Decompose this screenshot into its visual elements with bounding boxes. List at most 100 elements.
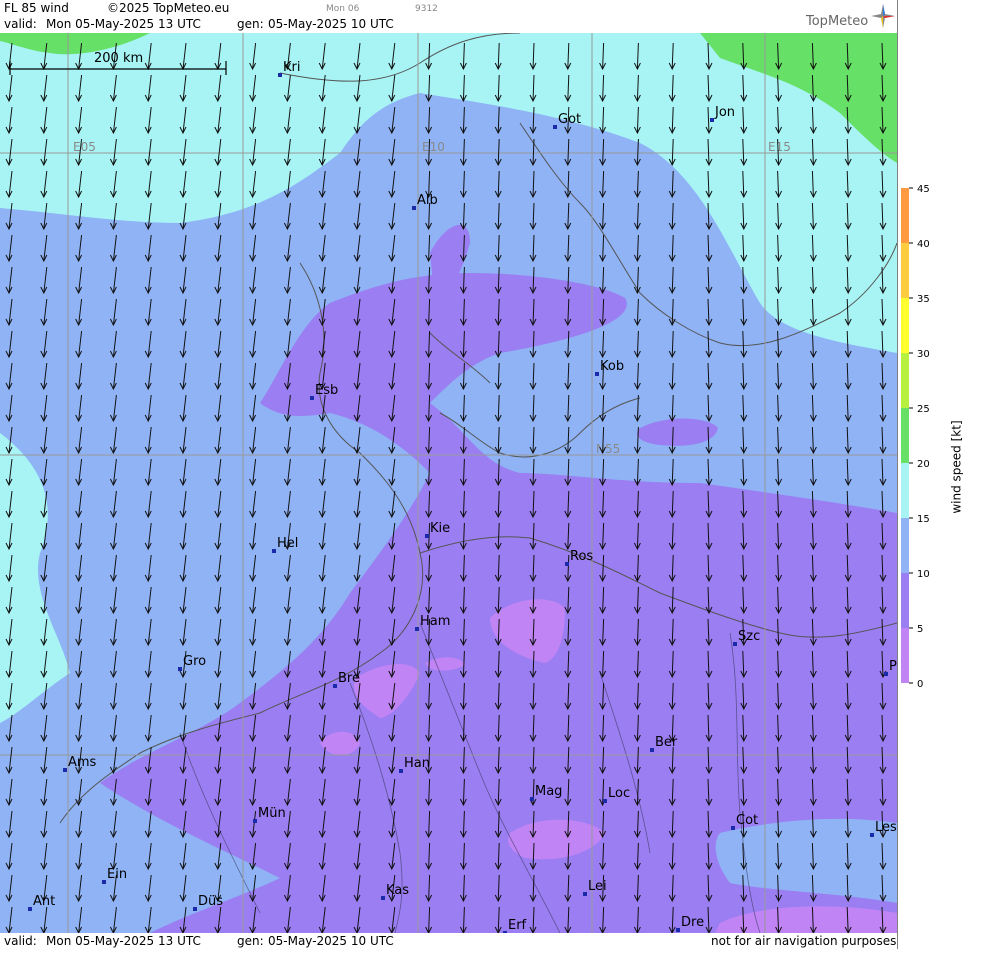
gen-label: gen: [237, 17, 264, 31]
city-label: Erf [508, 918, 527, 933]
footer-valid-label: valid: [4, 934, 37, 948]
city-label: Les [875, 820, 897, 835]
legend-tick-label: 40 [917, 239, 930, 250]
legend-swatch [901, 518, 909, 573]
legend-title: wind speed [kt] [949, 420, 964, 514]
city-label: Ant [33, 894, 55, 909]
copyright: ©2025 TopMeteo.eu [107, 1, 230, 15]
city-marker [63, 768, 67, 772]
city-label: Han [404, 756, 430, 771]
city-label: Hel [277, 536, 298, 551]
legend-tick-label: 30 [917, 349, 930, 360]
time-slider-day[interactable]: Mon 06 [326, 4, 359, 14]
city-marker [870, 833, 874, 837]
city-marker [553, 125, 557, 129]
city-label: Ein [107, 867, 127, 882]
grid-label-e10: E10 [422, 140, 445, 154]
city-label: Bre [338, 671, 360, 686]
city-label: Szc [738, 629, 760, 644]
city-label: Pi [889, 659, 897, 674]
legend-tick-label: 25 [917, 404, 930, 415]
city-label: Jon [714, 105, 735, 120]
legend-swatch [901, 573, 909, 628]
city-marker [595, 372, 599, 376]
legend-swatch [901, 353, 909, 408]
city-label: Mag [535, 784, 562, 799]
city-label: Lei [588, 879, 607, 894]
legend-swatch [901, 408, 909, 463]
legend-tick-label: 45 [917, 184, 930, 195]
footer-gen-time: 05-May-2025 10 UTC [268, 934, 394, 948]
compass-logo-icon [871, 4, 895, 28]
city-marker [399, 769, 403, 773]
grid-label-e05: E05 [73, 140, 96, 154]
legend-tick-label: 10 [917, 569, 930, 580]
scale-bar-label: 200 km [94, 51, 144, 66]
city-marker [530, 797, 534, 801]
city-marker [710, 118, 714, 122]
city-marker [253, 819, 257, 823]
city-marker [503, 931, 507, 933]
city-marker [565, 562, 569, 566]
city-marker [102, 880, 106, 884]
grid-label-e15: E15 [768, 140, 791, 154]
product-title: FL 85 wind [4, 1, 69, 15]
city-label: Kie [430, 521, 450, 536]
footer-disclaimer: not for air navigation purposes [711, 934, 897, 948]
footer-valid-time: Mon 05-May-2025 13 UTC [46, 934, 201, 948]
city-marker [603, 799, 607, 803]
city-marker [884, 672, 888, 676]
city-label: Ros [570, 549, 593, 564]
city-label: Mün [258, 806, 286, 821]
city-label: Alb [417, 193, 438, 208]
city-label: Got [558, 112, 581, 127]
legend-swatch [901, 298, 909, 353]
city-marker [415, 627, 419, 631]
legend-tick-label: 5 [917, 624, 923, 635]
valid-label: valid: [4, 17, 37, 31]
city-label: Kri [283, 60, 300, 75]
city-marker [676, 928, 680, 932]
city-label: Kas [386, 883, 409, 898]
city-marker [412, 206, 416, 210]
city-marker [650, 748, 654, 752]
city-label: Cot [736, 813, 758, 828]
city-label: Ham [420, 614, 450, 629]
city-marker [278, 73, 282, 77]
city-marker [193, 907, 197, 911]
footer-gen-label: gen: [237, 934, 264, 948]
city-marker [583, 892, 587, 896]
legend-tick-label: 0 [917, 679, 923, 690]
city-marker [733, 642, 737, 646]
legend-ticks: 45 40 35 30 25 20 15 10 5 0 [909, 184, 930, 690]
legend-swatch [901, 463, 909, 518]
grid-label-n55: N55 [596, 442, 620, 456]
legend-tick-label: 15 [917, 514, 930, 525]
city-marker [425, 534, 429, 538]
city-marker [310, 396, 314, 400]
city-marker [381, 896, 385, 900]
city-label: Dre [681, 915, 704, 930]
brand-logo-text[interactable]: TopMeteo [806, 14, 868, 29]
wind-map[interactable]: E05 E10 E15 N55 Kri Got Jon Alb Kob Esb Kie Hel… [0, 33, 897, 933]
city-label: Gro [183, 654, 206, 669]
legend-color-scale [901, 188, 909, 683]
city-marker [272, 549, 276, 553]
legend: 45 40 35 30 25 20 15 10 5 0 [896, 0, 989, 949]
legend-tick-label: 35 [917, 294, 930, 305]
legend-swatch [901, 243, 909, 298]
city-label: Ams [68, 755, 97, 770]
valid-time: Mon 05-May-2025 13 UTC [46, 17, 201, 31]
city-label: Esb [315, 383, 338, 398]
time-slider-code: 9312 [415, 4, 438, 14]
city-label: Ber [655, 735, 678, 750]
city-marker [731, 826, 735, 830]
gen-time: 05-May-2025 10 UTC [268, 17, 394, 31]
city-marker [333, 684, 337, 688]
city-label: Kob [600, 359, 624, 374]
legend-tick-label: 20 [917, 459, 930, 470]
city-label: Loc [608, 786, 630, 801]
city-marker [28, 907, 32, 911]
city-label: Düs [198, 894, 223, 909]
legend-swatch [901, 188, 909, 243]
